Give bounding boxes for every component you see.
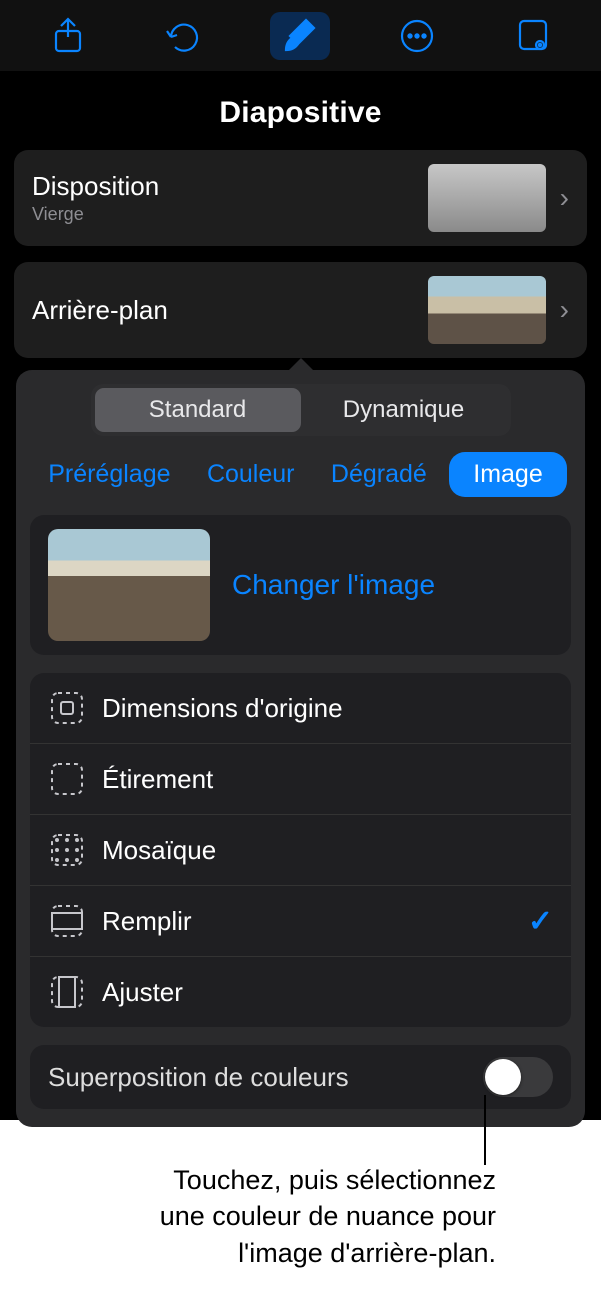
scale-options-list: Dimensions d'origine Étirement	[30, 673, 571, 1027]
layout-subtitle: Vierge	[32, 204, 428, 225]
tile-icon	[48, 831, 86, 869]
fit-icon	[48, 973, 86, 1011]
share-button[interactable]	[38, 12, 98, 60]
chevron-right-icon: ›	[560, 294, 569, 326]
switch-knob	[485, 1059, 521, 1095]
layout-label: Disposition	[32, 171, 428, 202]
tab-preset[interactable]: Préréglage	[34, 454, 184, 495]
fill-icon	[48, 902, 86, 940]
lighting-segmented: Standard Dynamique	[91, 384, 511, 436]
background-label: Arrière-plan	[32, 295, 428, 326]
color-overlay-row: Superposition de couleurs	[30, 1045, 571, 1109]
callout-line-2: une couleur de nuance pour	[76, 1198, 496, 1234]
tab-color[interactable]: Couleur	[193, 454, 309, 495]
callout-line-1: Touchez, puis sélectionnez	[76, 1162, 496, 1198]
callout-line-3: l'image d'arrière-plan.	[76, 1235, 496, 1271]
paintbrush-icon	[280, 16, 320, 56]
fill-type-tabs: Préréglage Couleur Dégradé Image	[30, 452, 571, 497]
image-thumbnail	[48, 529, 210, 641]
undo-icon	[165, 19, 203, 53]
option-fill[interactable]: Remplir ✓	[30, 886, 571, 957]
tab-image[interactable]: Image	[449, 452, 566, 497]
segment-standard[interactable]: Standard	[95, 388, 301, 432]
change-image-row[interactable]: Changer l'image	[30, 515, 571, 655]
background-popover: Standard Dynamique Préréglage Couleur Dé…	[16, 370, 585, 1127]
tab-gradient[interactable]: Dégradé	[317, 454, 441, 495]
option-label: Dimensions d'origine	[102, 693, 553, 724]
option-label: Étirement	[102, 764, 553, 795]
presenter-display-button[interactable]	[503, 12, 563, 60]
presenter-display-icon	[516, 17, 550, 55]
change-image-link[interactable]: Changer l'image	[232, 569, 435, 601]
share-icon	[51, 17, 85, 55]
callout-text: Touchez, puis sélectionnez une couleur d…	[76, 1162, 496, 1271]
background-card[interactable]: Arrière-plan ›	[14, 262, 587, 358]
stretch-icon	[48, 760, 86, 798]
top-toolbar	[0, 0, 601, 72]
option-fit[interactable]: Ajuster	[30, 957, 571, 1027]
callout-leader-line	[484, 1095, 486, 1165]
chevron-right-icon: ›	[560, 182, 569, 214]
layout-card[interactable]: Disposition Vierge ›	[14, 150, 587, 246]
option-label: Ajuster	[102, 977, 553, 1008]
original-size-icon	[48, 689, 86, 727]
format-button[interactable]	[270, 12, 330, 60]
layout-thumbnail	[428, 164, 546, 232]
background-thumbnail	[428, 276, 546, 344]
undo-button[interactable]	[154, 12, 214, 60]
option-label: Mosaïque	[102, 835, 553, 866]
option-tile[interactable]: Mosaïque	[30, 815, 571, 886]
panel-title: Diapositive	[14, 72, 587, 150]
option-stretch[interactable]: Étirement	[30, 744, 571, 815]
checkmark-icon: ✓	[528, 904, 553, 939]
segment-dynamic[interactable]: Dynamique	[301, 388, 507, 432]
color-overlay-toggle[interactable]	[483, 1057, 553, 1097]
ellipsis-circle-icon	[399, 18, 435, 54]
option-original-size[interactable]: Dimensions d'origine	[30, 673, 571, 744]
more-button[interactable]	[387, 12, 447, 60]
inspector-panel: Diapositive Disposition Vierge › Arrière…	[0, 72, 601, 1127]
color-overlay-label: Superposition de couleurs	[48, 1062, 483, 1093]
option-label: Remplir	[102, 906, 528, 937]
